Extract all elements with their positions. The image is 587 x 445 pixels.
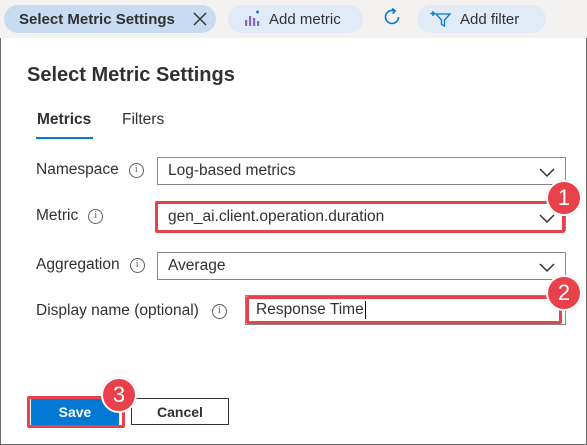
display-name-label: Display name (optional) [36, 302, 199, 319]
display-name-value: Response Time [256, 301, 364, 318]
callout-badge-3: 3 [101, 377, 137, 413]
add-filter-label: Add filter [460, 10, 520, 28]
metric-dropdown[interactable]: gen_ai.client.operation.duration [157, 203, 566, 231]
display-name-input[interactable]: Response Time [245, 295, 566, 325]
namespace-dropdown[interactable]: Log-based metrics [157, 157, 566, 185]
callout-badge-1: 1 [546, 180, 582, 216]
namespace-value: Log-based metrics [168, 162, 296, 179]
close-icon[interactable] [193, 12, 207, 26]
cancel-button[interactable]: Cancel [131, 398, 229, 425]
tab-filters[interactable]: Filters [122, 111, 164, 129]
aggregation-label: Aggregation [36, 256, 120, 273]
add-filter-button[interactable]: Add filter [417, 5, 546, 33]
chevron-down-icon [539, 211, 555, 229]
callout-badge-2: 2 [546, 275, 582, 311]
metric-settings-chip-label: Select Metric Settings [19, 10, 175, 28]
aggregation-dropdown[interactable]: Average [157, 252, 566, 280]
namespace-label: Namespace [36, 161, 119, 178]
display-name-label-row: Display name (optional) i [36, 302, 227, 320]
aggregation-value: Average [168, 257, 226, 274]
info-icon[interactable]: i [211, 303, 227, 319]
info-icon[interactable]: i [129, 257, 145, 273]
active-tab-indicator [36, 137, 93, 139]
metric-settings-chip[interactable]: Select Metric Settings [4, 5, 216, 33]
refresh-icon [381, 6, 403, 33]
tab-metrics[interactable]: Metrics [37, 111, 91, 129]
chevron-down-icon [539, 165, 555, 183]
metric-label: Metric [36, 207, 79, 224]
panel-title: Select Metric Settings [27, 64, 235, 86]
metric-label-row: Metric i [36, 207, 104, 225]
add-metric-label: Add metric [269, 10, 341, 28]
add-metric-button[interactable]: Add metric [228, 5, 363, 33]
text-caret [364, 301, 366, 319]
add-metric-icon [243, 10, 261, 28]
aggregation-label-row: Aggregation i [36, 256, 145, 274]
info-icon[interactable]: i [128, 162, 144, 178]
metric-toolbar: Select Metric Settings Add metric Add fi… [0, 0, 587, 38]
refresh-button[interactable] [378, 5, 406, 33]
add-filter-icon [430, 10, 452, 28]
namespace-label-row: Namespace i [36, 161, 144, 179]
chevron-down-icon [539, 260, 555, 278]
info-icon[interactable]: i [88, 208, 104, 224]
metric-value: gen_ai.client.operation.duration [168, 208, 385, 225]
